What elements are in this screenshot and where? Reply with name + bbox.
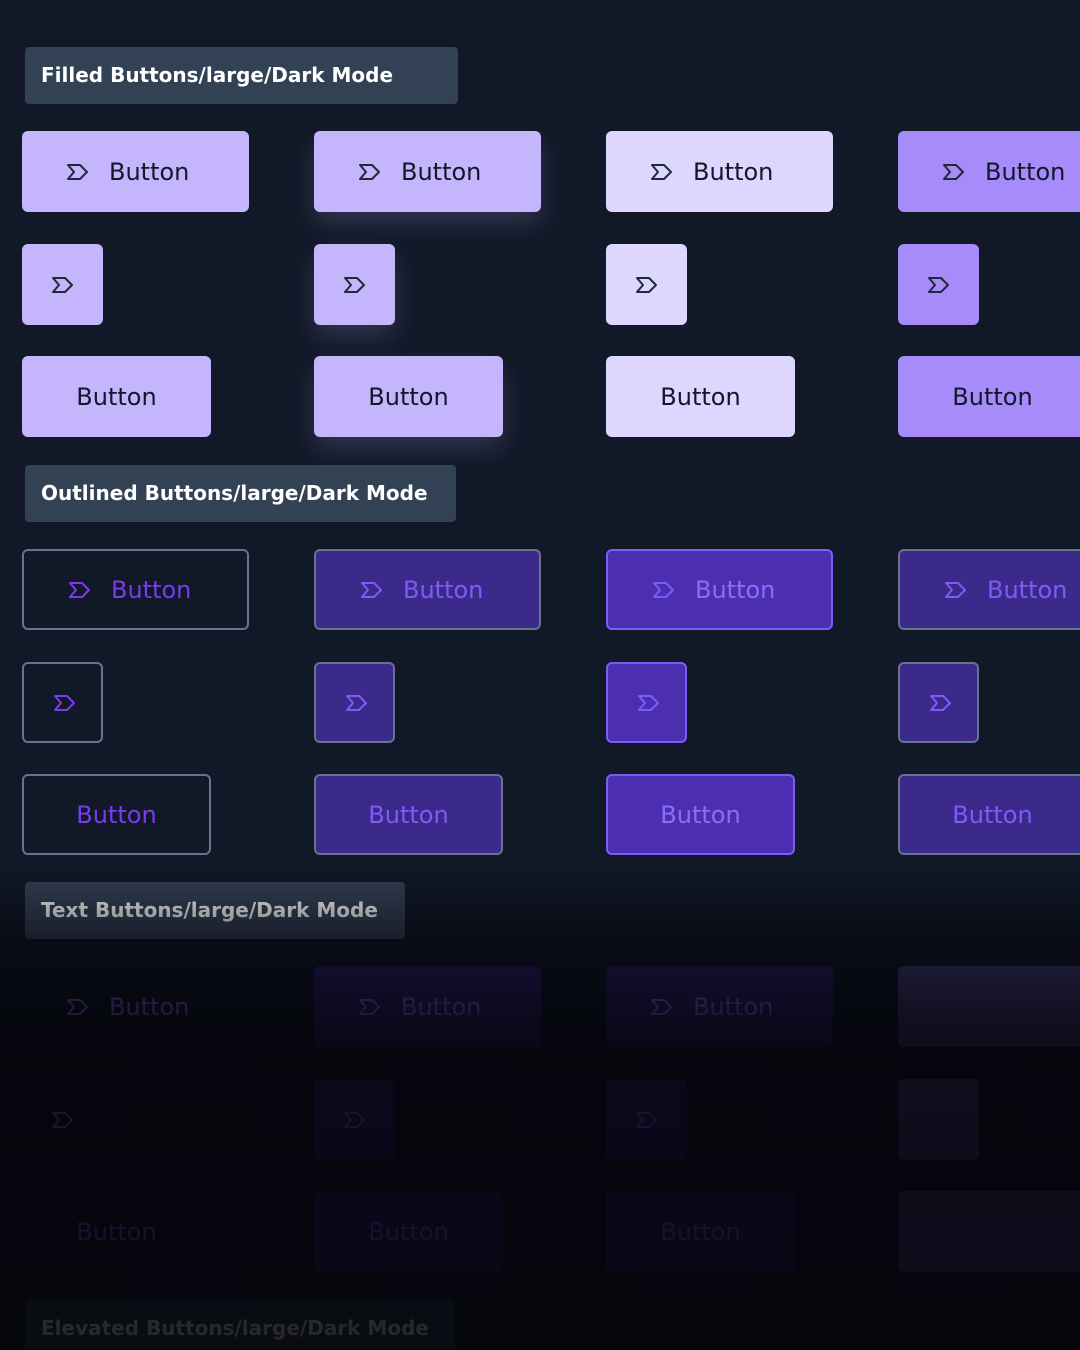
button-label: Button: [368, 1217, 449, 1246]
tag-icon: [649, 162, 675, 182]
text-button-icon-label-state-2[interactable]: Button: [314, 966, 541, 1047]
text-button-icon-only-state-3[interactable]: [606, 1079, 687, 1160]
outlined-button-icon-only-state-4[interactable]: [898, 662, 979, 743]
button-label: Button: [403, 575, 484, 604]
filled-section-label: Filled Buttons/large/Dark Mode: [25, 47, 458, 104]
filled-button-icon-label-state-1[interactable]: Button: [22, 131, 249, 212]
tag-icon: [52, 693, 78, 713]
outlined-button-icon-only-state-3[interactable]: [606, 662, 687, 743]
tag-icon: [928, 693, 954, 713]
outlined-button-icon-only-state-1[interactable]: [22, 662, 103, 743]
outlined-button-icon-label-state-2[interactable]: Button: [314, 549, 541, 630]
tag-icon: [50, 1110, 76, 1130]
filled-button-label-only-state-4[interactable]: Button: [898, 356, 1080, 437]
button-label: Button: [109, 992, 190, 1021]
tag-icon: [359, 580, 385, 600]
button-label: Button: [952, 382, 1033, 411]
filled-button-icon-label-state-4[interactable]: Button: [898, 131, 1080, 212]
button-label: Button: [76, 382, 157, 411]
outlined-section-label: Outlined Buttons/large/Dark Mode: [25, 465, 456, 522]
tag-icon: [67, 580, 93, 600]
button-label: Button: [660, 382, 741, 411]
elevated-section-label: Elevated Buttons/large/Dark Mode: [25, 1300, 455, 1350]
outlined-button-icon-label-state-1[interactable]: Button: [22, 549, 249, 630]
text-button-icon-label-state-4[interactable]: [898, 966, 1080, 1047]
filled-button-icon-only-state-2[interactable]: [314, 244, 395, 325]
tag-icon: [342, 275, 368, 295]
button-label: Button: [660, 1217, 741, 1246]
tag-icon: [65, 997, 91, 1017]
button-label: Button: [952, 800, 1033, 829]
button-label: Button: [401, 157, 482, 186]
tag-icon: [651, 580, 677, 600]
text-button-icon-only-state-2[interactable]: [314, 1079, 395, 1160]
text-button-label-only-state-2[interactable]: Button: [314, 1191, 503, 1272]
button-label: Button: [987, 575, 1068, 604]
button-label: Button: [368, 382, 449, 411]
tag-icon: [65, 162, 91, 182]
button-label: Button: [401, 992, 482, 1021]
tag-icon: [943, 580, 969, 600]
button-label: Button: [76, 1217, 157, 1246]
outlined-button-icon-label-state-3[interactable]: Button: [606, 549, 833, 630]
outlined-button-label-only-state-2[interactable]: Button: [314, 774, 503, 855]
tag-icon: [649, 997, 675, 1017]
tag-icon: [50, 275, 76, 295]
filled-button-icon-label-state-3[interactable]: Button: [606, 131, 833, 212]
filled-button-icon-label-state-2[interactable]: Button: [314, 131, 541, 212]
button-label: Button: [985, 157, 1066, 186]
tag-icon: [357, 162, 383, 182]
tag-icon: [342, 1110, 368, 1130]
text-section-label: Text Buttons/large/Dark Mode: [25, 882, 405, 939]
outlined-button-label-only-state-3[interactable]: Button: [606, 774, 795, 855]
button-states-sheet: Filled Buttons/large/Dark Mode Button Butt…: [0, 0, 1080, 1350]
text-button-icon-only-state-1[interactable]: [22, 1079, 103, 1160]
outlined-button-label-only-state-1[interactable]: Button: [22, 774, 211, 855]
text-button-label-only-state-4[interactable]: [898, 1191, 1080, 1272]
outlined-button-label-only-state-4[interactable]: Button: [898, 774, 1080, 855]
filled-button-label-only-state-3[interactable]: Button: [606, 356, 795, 437]
filled-button-icon-only-state-1[interactable]: [22, 244, 103, 325]
text-button-label-only-state-3[interactable]: Button: [606, 1191, 795, 1272]
button-label: Button: [368, 800, 449, 829]
tag-icon: [636, 693, 662, 713]
tag-icon: [357, 997, 383, 1017]
tag-icon: [634, 1110, 660, 1130]
text-button-label-only-state-1[interactable]: Button: [22, 1191, 211, 1272]
tag-icon: [344, 693, 370, 713]
outlined-button-icon-label-state-4[interactable]: Button: [898, 549, 1080, 630]
button-label: Button: [76, 800, 157, 829]
outlined-button-icon-only-state-2[interactable]: [314, 662, 395, 743]
text-button-icon-only-state-4[interactable]: [898, 1079, 979, 1160]
tag-icon: [941, 162, 967, 182]
button-label: Button: [111, 575, 192, 604]
tag-icon: [634, 275, 660, 295]
button-label: Button: [660, 800, 741, 829]
text-button-icon-label-state-1[interactable]: Button: [22, 966, 249, 1047]
button-label: Button: [693, 157, 774, 186]
button-label: Button: [109, 157, 190, 186]
filled-button-icon-only-state-4[interactable]: [898, 244, 979, 325]
filled-button-icon-only-state-3[interactable]: [606, 244, 687, 325]
filled-button-label-only-state-2[interactable]: Button: [314, 356, 503, 437]
filled-button-label-only-state-1[interactable]: Button: [22, 356, 211, 437]
text-button-icon-label-state-3[interactable]: Button: [606, 966, 833, 1047]
button-label: Button: [693, 992, 774, 1021]
tag-icon: [926, 275, 952, 295]
button-label: Button: [695, 575, 776, 604]
